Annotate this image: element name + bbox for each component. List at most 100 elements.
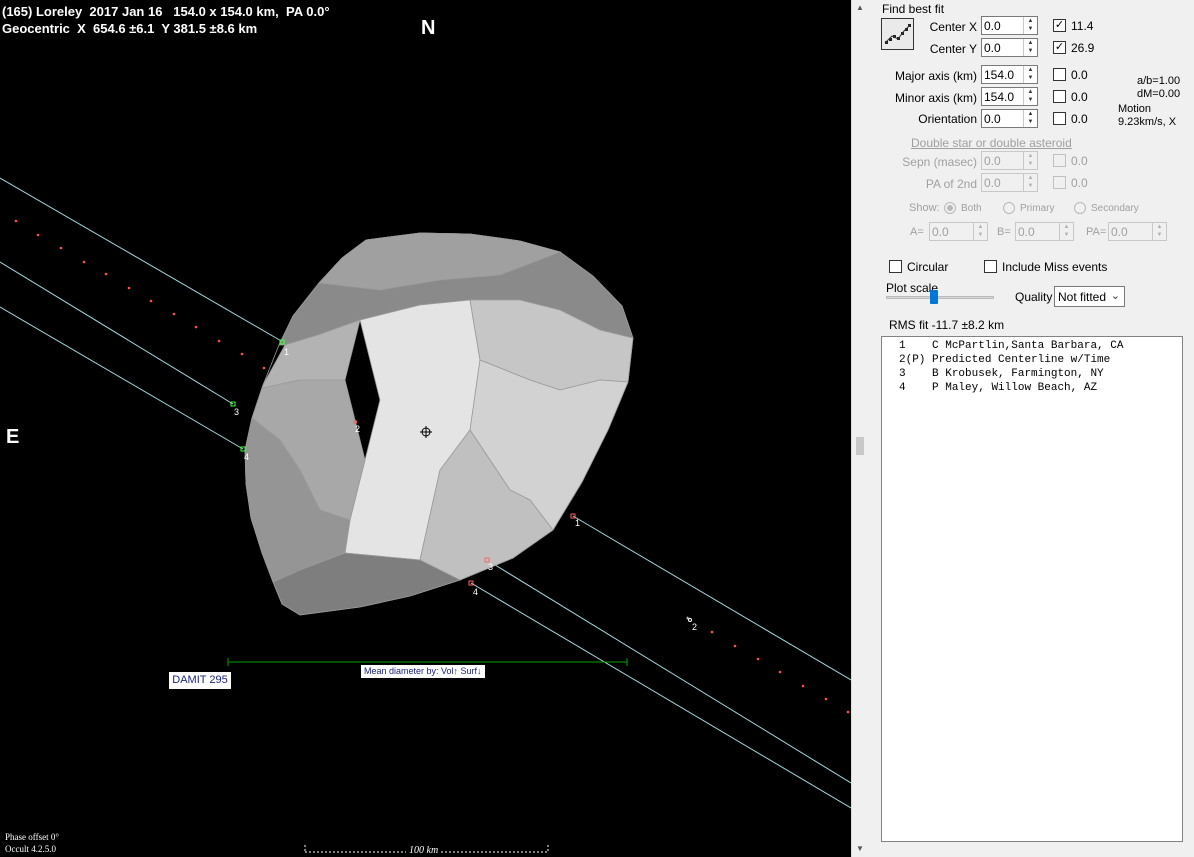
fit-control-panel: Find best fit Center X 0.0 ▲ ▼ ✓ 11.4 Cen… bbox=[867, 0, 1194, 857]
separation-fit-checkbox[interactable] bbox=[1053, 154, 1066, 167]
plot-scale-slider-thumb[interactable] bbox=[930, 290, 938, 304]
scroll-up-icon[interactable]: ▲ bbox=[854, 2, 866, 14]
spin-up-icon[interactable]: ▲ bbox=[1024, 152, 1037, 160]
minor-axis-value: 154.0 bbox=[984, 90, 1015, 104]
spin-down-icon[interactable]: ▼ bbox=[1024, 47, 1037, 55]
pa-input[interactable]: 0.0 ▲ ▼ bbox=[1108, 222, 1167, 241]
center-y-input[interactable]: 0.0 ▲ ▼ bbox=[981, 38, 1038, 57]
center-x-fit-value: 11.4 bbox=[1071, 19, 1094, 33]
center-y-fit-checkbox[interactable]: ✓ bbox=[1053, 41, 1066, 54]
spin-up-icon[interactable]: ▲ bbox=[1153, 223, 1166, 231]
delta-magnitude-info: dM=0.00 bbox=[1137, 88, 1181, 100]
separation-fit-value: 0.0 bbox=[1071, 154, 1088, 168]
minor-axis-label: Minor axis (km) bbox=[894, 91, 977, 105]
major-axis-fit-value: 0.0 bbox=[1071, 68, 1088, 82]
axis-ratio-info: a/b=1.00 bbox=[1137, 75, 1181, 87]
center-y-fit-value: 26.9 bbox=[1071, 41, 1095, 55]
spin-down-icon[interactable]: ▼ bbox=[1024, 96, 1037, 104]
center-y-value: 0.0 bbox=[984, 41, 1001, 55]
chord-line-3-start bbox=[0, 261, 234, 405]
fit-chart-icon bbox=[884, 24, 911, 44]
chord-line-1-end bbox=[572, 515, 851, 681]
include-miss-label: Include Miss events bbox=[1002, 260, 1108, 274]
center-x-input[interactable]: 0.0 ▲ ▼ bbox=[981, 16, 1038, 35]
observer-row[interactable]: 2(P) Predicted Centerline w/Time bbox=[899, 354, 1110, 366]
a-value: 0.0 bbox=[932, 225, 949, 239]
chord-line-1-start bbox=[0, 177, 284, 343]
find-best-fit-label: Find best fit bbox=[882, 2, 945, 16]
chord-label: 4 bbox=[473, 587, 478, 597]
plot-title-line-2: Geocentric X 654.6 ±6.1 Y 381.5 ±8.6 km bbox=[2, 21, 258, 36]
spin-down-icon[interactable]: ▼ bbox=[1153, 231, 1166, 239]
rms-fit-label: RMS fit -11.7 ±8.2 km bbox=[889, 318, 1005, 332]
spin-down-icon[interactable]: ▼ bbox=[1024, 118, 1037, 126]
asteroid-plot-area[interactable]: 1 2 3 4 1 2 3 4 * (165) Loreley 2017 Jan… bbox=[0, 0, 851, 857]
major-axis-fit-checkbox[interactable] bbox=[1053, 68, 1066, 81]
minor-axis-fit-checkbox[interactable] bbox=[1053, 90, 1066, 103]
chord-label: 2 bbox=[692, 622, 697, 632]
b-input[interactable]: 0.0 ▲ ▼ bbox=[1015, 222, 1074, 241]
scroll-down-icon[interactable]: ▼ bbox=[854, 843, 866, 855]
spin-down-icon[interactable]: ▼ bbox=[1024, 182, 1037, 190]
spin-down-icon[interactable]: ▼ bbox=[1060, 231, 1073, 239]
plot-scrollbar[interactable]: ▲ ▼ bbox=[851, 0, 867, 857]
scrollbar-thumb[interactable] bbox=[856, 437, 864, 455]
pa-value: 0.0 bbox=[1111, 225, 1128, 239]
separation-input[interactable]: 0.0 ▲ ▼ bbox=[981, 151, 1038, 170]
chord-label: 3 bbox=[234, 407, 239, 417]
circular-checkbox[interactable] bbox=[889, 260, 902, 273]
circular-label: Circular bbox=[907, 260, 949, 274]
spin-up-icon[interactable]: ▲ bbox=[1024, 39, 1037, 47]
plot-scale-slider-track[interactable] bbox=[886, 296, 994, 299]
spin-up-icon[interactable]: ▲ bbox=[974, 223, 987, 231]
spin-down-icon[interactable]: ▼ bbox=[974, 231, 987, 239]
show-both-radio[interactable] bbox=[944, 202, 956, 214]
minor-axis-input[interactable]: 154.0 ▲ ▼ bbox=[981, 87, 1038, 106]
center-x-fit-checkbox[interactable]: ✓ bbox=[1053, 19, 1066, 32]
b-label: B= bbox=[997, 226, 1011, 238]
spin-down-icon[interactable]: ▼ bbox=[1024, 74, 1037, 82]
mean-diameter-label[interactable]: Mean diameter by: Vol↑ Surf↓ bbox=[361, 665, 485, 678]
spin-up-icon[interactable]: ▲ bbox=[1024, 174, 1037, 182]
observer-row[interactable]: 1 C McPartlin,Santa Barbara, CA bbox=[899, 340, 1123, 352]
spin-up-icon[interactable]: ▲ bbox=[1024, 17, 1037, 25]
center-x-value: 0.0 bbox=[984, 19, 1001, 33]
pa-second-input[interactable]: 0.0 ▲ ▼ bbox=[981, 173, 1038, 192]
show-primary-radio[interactable] bbox=[1003, 202, 1015, 214]
show-secondary-radio[interactable] bbox=[1074, 202, 1086, 214]
major-axis-input[interactable]: 154.0 ▲ ▼ bbox=[981, 65, 1038, 84]
damit-model-label[interactable]: DAMIT 295 bbox=[169, 672, 231, 689]
orientation-input[interactable]: 0.0 ▲ ▼ bbox=[981, 109, 1038, 128]
spin-down-icon[interactable]: ▼ bbox=[1024, 25, 1037, 33]
pa-second-fit-checkbox[interactable] bbox=[1053, 176, 1066, 189]
observer-row[interactable]: 3 B Krobusek, Farmington, NY bbox=[899, 368, 1104, 380]
orientation-value: 0.0 bbox=[984, 112, 1001, 126]
motion-label: Motion bbox=[1118, 103, 1152, 115]
chord-line-4-end bbox=[470, 582, 851, 809]
orientation-fit-checkbox[interactable] bbox=[1053, 112, 1066, 125]
center-y-label: Center Y bbox=[929, 42, 977, 56]
observer-row[interactable]: 4 P Maley, Willow Beach, AZ bbox=[899, 382, 1097, 394]
chord-line-3-end bbox=[486, 559, 851, 784]
spin-up-icon[interactable]: ▲ bbox=[1060, 223, 1073, 231]
a-label: A= bbox=[910, 226, 924, 238]
spin-up-icon[interactable]: ▲ bbox=[1024, 88, 1037, 96]
show-label: Show: bbox=[909, 202, 940, 214]
version-label: Occult 4.2.5.0 bbox=[5, 844, 56, 854]
spin-down-icon[interactable]: ▼ bbox=[1024, 160, 1037, 168]
double-star-link[interactable]: Double star or double asteroid bbox=[911, 136, 1072, 150]
spin-up-icon[interactable]: ▲ bbox=[1024, 66, 1037, 74]
show-primary-label: Primary bbox=[1020, 203, 1055, 214]
chord-label: 1 bbox=[575, 518, 580, 528]
b-value: 0.0 bbox=[1018, 225, 1035, 239]
observer-list[interactable]: 1 C McPartlin,Santa Barbara, CA 2(P) Pre… bbox=[881, 336, 1183, 842]
minor-axis-fit-value: 0.0 bbox=[1071, 90, 1088, 104]
quality-select[interactable]: Not fitted ⌄ bbox=[1054, 286, 1125, 307]
asteroid-shape bbox=[244, 232, 634, 616]
center-x-label: Center X bbox=[929, 20, 977, 34]
find-best-fit-button[interactable] bbox=[881, 18, 914, 50]
spin-up-icon[interactable]: ▲ bbox=[1024, 110, 1037, 118]
chord-label: 2 bbox=[355, 424, 360, 434]
include-miss-checkbox[interactable] bbox=[984, 260, 997, 273]
a-input[interactable]: 0.0 ▲ ▼ bbox=[929, 222, 988, 241]
